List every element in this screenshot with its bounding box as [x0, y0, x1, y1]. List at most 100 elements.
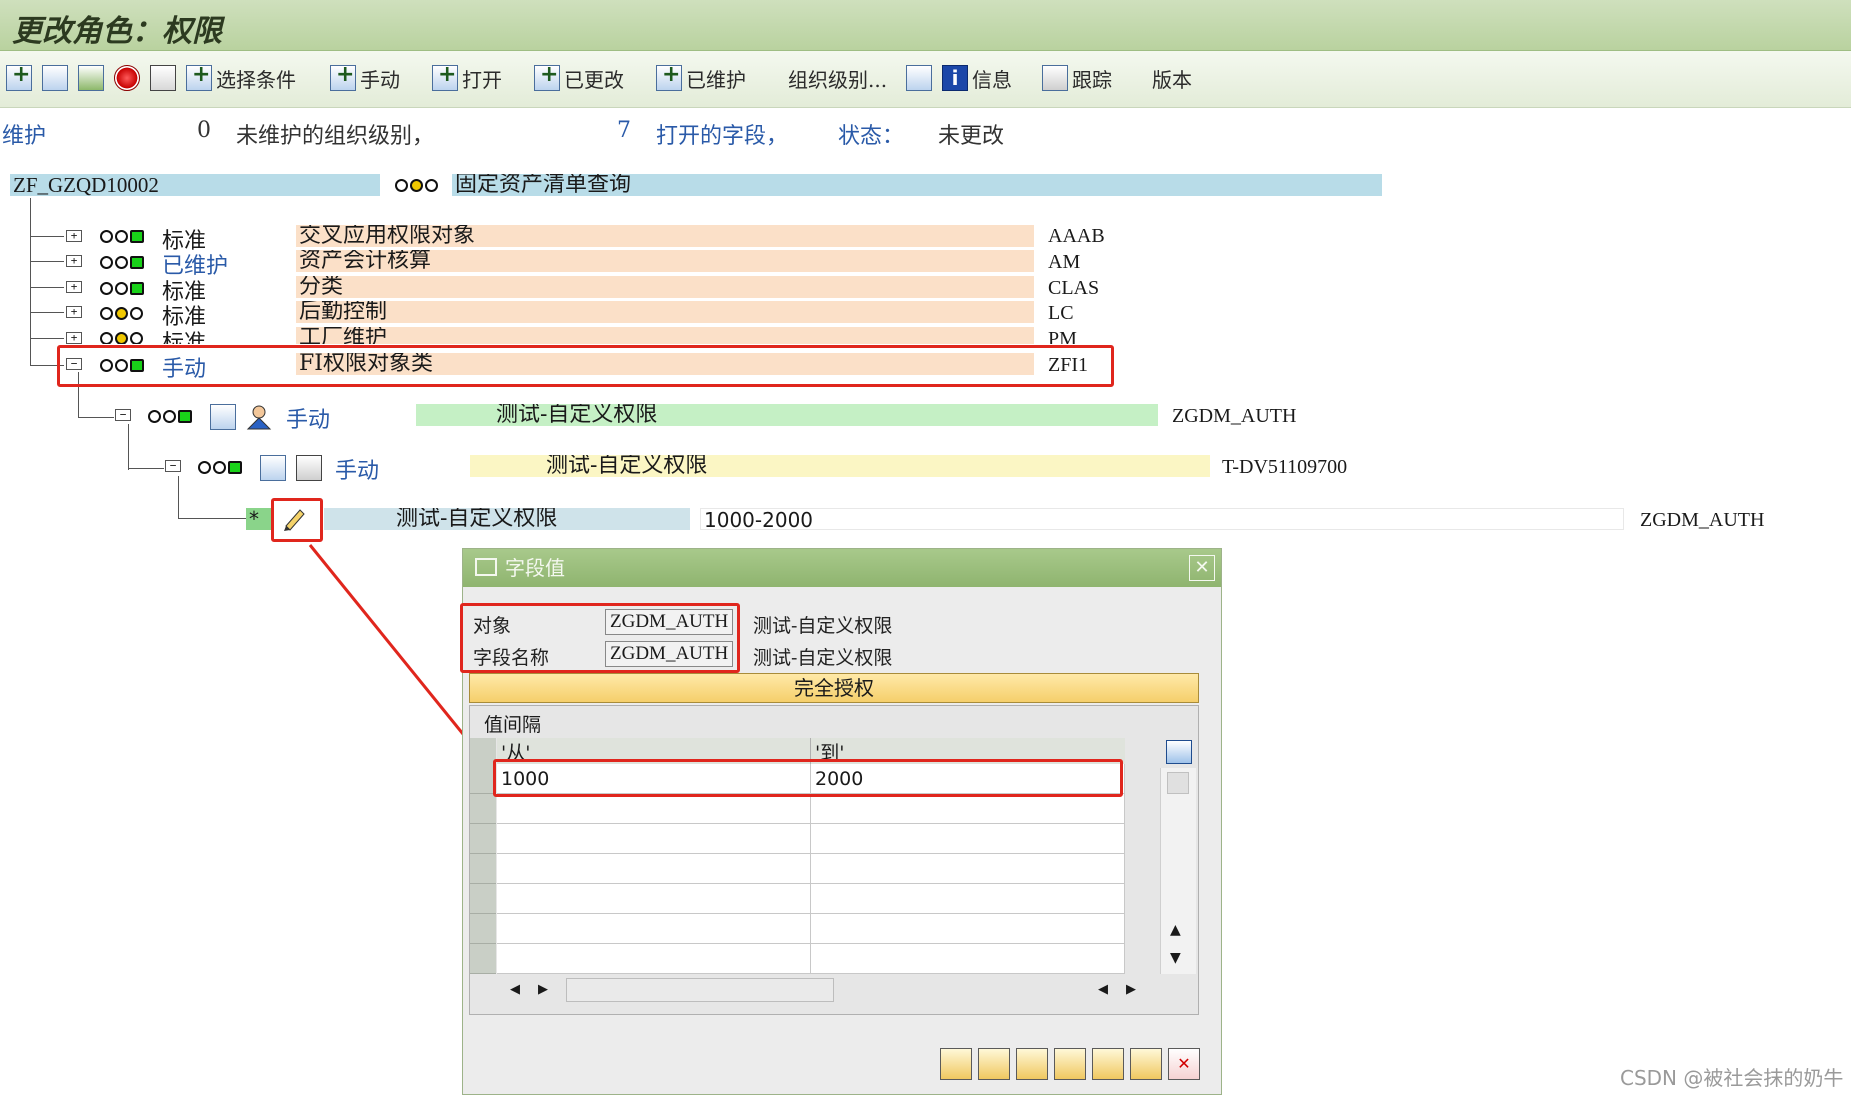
table-settings-icon[interactable]: [1166, 740, 1192, 764]
field-description: 测试-自定义权限: [753, 647, 893, 669]
dialog-title: 字段值: [505, 556, 565, 580]
from-cell[interactable]: [497, 854, 811, 884]
traffic-light-icon: [100, 230, 144, 243]
from-cell[interactable]: [497, 914, 811, 944]
scroll-down-icon[interactable]: ▼: [1170, 950, 1181, 966]
maintained-label: 已维护: [686, 67, 746, 92]
full-authorization-button[interactable]: 完全授权: [469, 673, 1199, 703]
scroll-left-icon[interactable]: ◀: [1098, 982, 1108, 997]
expand-icon[interactable]: +: [66, 306, 82, 318]
horizontal-scrollbar[interactable]: [566, 978, 834, 1002]
unmaintained-text: 未维护的组织级别，: [236, 124, 435, 149]
unmaintained-count: 0: [197, 118, 211, 143]
row-code: LC: [1048, 302, 1074, 324]
scroll-left-icon[interactable]: ◀: [510, 982, 520, 997]
scroll-right-icon[interactable]: ▶: [1126, 982, 1136, 997]
traffic-light-icon: [100, 307, 143, 320]
collapse-icon[interactable]: −: [165, 460, 181, 472]
delete-icon[interactable]: [978, 1048, 1010, 1080]
to-cell[interactable]: [811, 944, 1125, 974]
row-text: 分类: [296, 276, 1034, 298]
highlight-box: [460, 603, 740, 673]
row-code: ZGDM_AUTH: [1172, 405, 1297, 427]
create-icon[interactable]: [6, 62, 32, 94]
display-icon[interactable]: [78, 62, 104, 94]
row-status: 标准: [162, 331, 207, 344]
row-selector[interactable]: [470, 944, 496, 974]
row-status: 手动: [286, 408, 331, 433]
row-selector[interactable]: [470, 854, 496, 884]
close-icon[interactable]: ✕: [1189, 555, 1215, 581]
open-count: 7: [617, 118, 631, 143]
cancel-icon[interactable]: ✕: [1168, 1048, 1200, 1080]
select-all-cell[interactable]: [470, 738, 496, 764]
row-selector[interactable]: [470, 884, 496, 914]
manual-button[interactable]: 手动: [330, 62, 400, 94]
to-cell[interactable]: [811, 794, 1125, 824]
row-selector[interactable]: [470, 914, 496, 944]
object-icon: [260, 455, 286, 481]
add-icon: [330, 62, 356, 91]
select-criteria-button[interactable]: 选择条件: [186, 62, 296, 94]
collapse-icon[interactable]: [42, 62, 68, 94]
from-cell[interactable]: [497, 884, 811, 914]
info-label: 信息: [972, 67, 1012, 92]
scroll-right-icon[interactable]: ▶: [538, 982, 548, 997]
collapse-icon[interactable]: −: [115, 409, 131, 421]
status-value: 未更改: [938, 124, 1005, 149]
traffic-light-icon: [100, 332, 143, 344]
deactivate-icon[interactable]: [114, 62, 140, 94]
manual-label: 手动: [360, 67, 400, 92]
org-levels-button[interactable]: 组织级别...: [788, 62, 887, 94]
to-cell[interactable]: [811, 884, 1125, 914]
paste-icon[interactable]: [1130, 1048, 1162, 1080]
title-bar: 更改角色：权限: [0, 0, 1851, 51]
copy-icon[interactable]: [1092, 1048, 1124, 1080]
print-preview-icon[interactable]: [1054, 1048, 1086, 1080]
row-selector[interactable]: [470, 794, 496, 824]
row-selector[interactable]: [470, 824, 496, 854]
interval-label: 值间隔: [484, 714, 542, 736]
field-value[interactable]: 1000-2000: [700, 508, 1624, 530]
delete-icon[interactable]: [150, 62, 176, 94]
expand-icon[interactable]: +: [66, 332, 82, 344]
scroll-thumb[interactable]: [1167, 772, 1189, 794]
save-icon[interactable]: [940, 1048, 972, 1080]
toolbar: 选择条件 手动 打开 已更改 已维护 组织级别... i信息 跟踪 版本: [0, 51, 1851, 108]
info-button[interactable]: i 信息: [942, 62, 1012, 94]
open-button[interactable]: 打开: [432, 62, 502, 94]
from-cell[interactable]: [497, 824, 811, 854]
window-title: 更改角色：权限: [12, 14, 222, 49]
field-marker: *: [246, 508, 274, 530]
from-cell[interactable]: [497, 944, 811, 974]
info-icon: i: [942, 65, 968, 91]
row-text: 工厂维护: [296, 327, 1034, 344]
list-icon[interactable]: [906, 62, 932, 94]
to-cell[interactable]: [811, 914, 1125, 944]
to-cell[interactable]: [811, 854, 1125, 884]
traffic-light-icon: [148, 410, 192, 423]
to-cell[interactable]: [811, 824, 1125, 854]
maintained-button[interactable]: 已维护: [656, 62, 746, 94]
expand-icon: [534, 62, 560, 91]
version-button[interactable]: 版本: [1152, 62, 1192, 94]
trace-button[interactable]: 跟踪: [1042, 62, 1112, 94]
changed-button[interactable]: 已更改: [534, 62, 624, 94]
role-name[interactable]: ZF_GZQD10002: [10, 174, 380, 196]
traffic-light-icon: [100, 256, 144, 269]
scroll-up-icon[interactable]: ▲: [1170, 922, 1181, 938]
role-description: 固定资产清单查询: [452, 174, 1382, 196]
expand-icon[interactable]: +: [66, 255, 82, 267]
expand-icon[interactable]: +: [66, 230, 82, 242]
tree-row[interactable]: + 标准 工厂维护 PM: [0, 324, 1120, 344]
row-text: 交叉应用权限对象: [296, 225, 1034, 247]
highlight-box: [493, 759, 1123, 797]
field-code: ZGDM_AUTH: [1640, 509, 1765, 531]
field-values-dialog: 字段值 ✕ 对象 ZGDM_AUTH 测试-自定义权限 字段名称 ZGDM_AU…: [460, 548, 1222, 1095]
print-icon[interactable]: [1016, 1048, 1048, 1080]
vertical-scrollbar[interactable]: ▲ ▼: [1160, 768, 1196, 974]
expand-icon[interactable]: +: [66, 281, 82, 293]
row-text: 后勤控制: [296, 301, 1034, 323]
highlight-box: [271, 498, 323, 542]
from-cell[interactable]: [497, 794, 811, 824]
